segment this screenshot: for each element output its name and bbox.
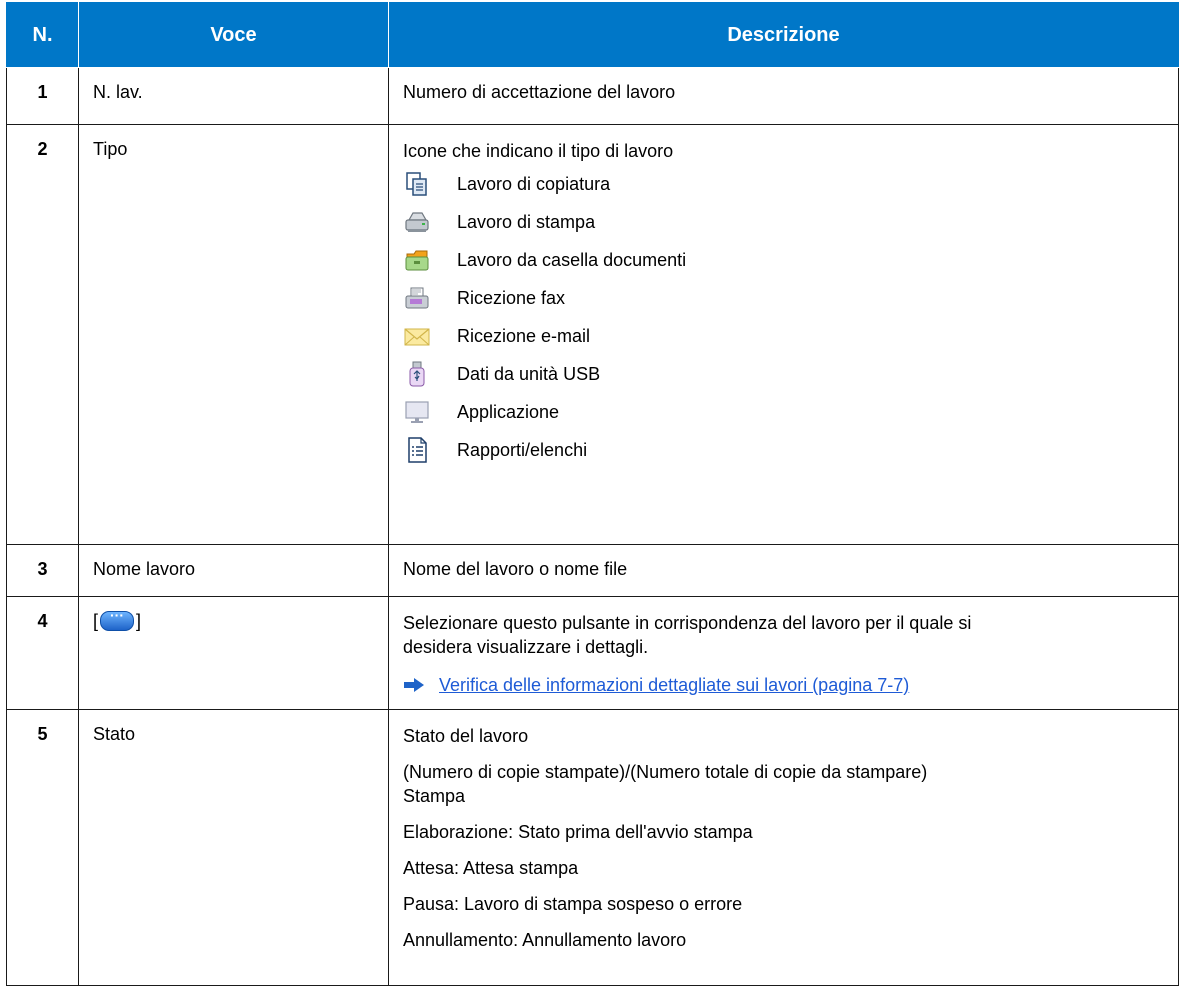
row-number: 2 <box>6 124 79 545</box>
desc-line: Attesa: Attesa stampa <box>403 858 579 878</box>
print-job-icon <box>403 208 431 236</box>
fax-icon <box>403 284 431 312</box>
reference-link-row: Verifica delle informazioni dettagliate … <box>403 673 1164 697</box>
type-item-fax: Ricezione fax <box>403 281 1164 315</box>
type-label: Dati da unità USB <box>457 363 601 384</box>
monitor-icon <box>403 398 431 426</box>
desc-line: Stampa <box>403 786 466 806</box>
row-voce: Nome lavoro <box>78 544 389 597</box>
row-number: 5 <box>6 709 79 986</box>
email-icon <box>403 322 431 350</box>
type-label: Ricezione e-mail <box>457 325 591 346</box>
table-row: 3 Nome lavoro Nome del lavoro o nome fil… <box>6 544 1179 597</box>
document-box-icon <box>403 246 431 274</box>
desc-line: Elaborazione: Stato prima dell'avvio sta… <box>403 822 753 842</box>
type-item-usb: Dati da unità USB <box>403 357 1164 391</box>
desc-line: Pausa: Lavoro di stampa sospeso o errore <box>403 894 743 914</box>
table-row: 1 N. lav. Numero di accettazione del lav… <box>6 67 1179 125</box>
type-item-reports: Rapporti/elenchi <box>403 433 1164 467</box>
type-item-email: Ricezione e-mail <box>403 319 1164 353</box>
arrow-right-icon <box>404 678 424 692</box>
type-label: Lavoro da casella documenti <box>457 249 687 270</box>
desc-line: Selezionare questo pulsante in corrispon… <box>403 613 972 633</box>
copy-job-icon <box>403 170 431 198</box>
report-list-icon <box>403 436 431 464</box>
type-label: Lavoro di stampa <box>457 211 596 232</box>
type-description: Icone che indicano il tipo di lavoro <box>403 141 674 161</box>
row-voce: Tipo <box>78 124 389 545</box>
row-description: Icone che indicano il tipo di lavoro Lav… <box>388 124 1179 545</box>
desc-line: Annullamento: Annullamento lavoro <box>403 930 687 950</box>
table-row: 2 Tipo Icone che indicano il tipo di lav… <box>6 124 1179 545</box>
row-number: 4 <box>6 596 79 710</box>
row-voce: N. lav. <box>78 67 389 125</box>
type-item-application: Applicazione <box>403 395 1164 429</box>
type-label: Ricezione fax <box>457 287 566 308</box>
table-row: 5 Stato Stato del lavoro (Numero di copi… <box>6 709 1179 986</box>
header-descrizione: Descrizione <box>388 2 1179 68</box>
table-row: 4 [] Selezionare questo pulsante in corr… <box>6 596 1179 710</box>
type-item-print: Lavoro di stampa <box>403 205 1164 239</box>
row-description: Nome del lavoro o nome file <box>388 544 1179 597</box>
bracket-close: ] <box>136 611 142 631</box>
details-button-icon <box>100 607 135 631</box>
row-number: 1 <box>6 67 79 125</box>
row-voce: Stato <box>78 709 389 986</box>
usb-drive-icon <box>403 360 431 388</box>
row-description: Numero di accettazione del lavoro <box>388 67 1179 125</box>
row-number: 3 <box>6 544 79 597</box>
table-header-row: N. Voce Descrizione <box>6 2 1179 68</box>
row-description: Selezionare questo pulsante in corrispon… <box>388 596 1179 710</box>
type-label: Lavoro di copiatura <box>457 173 611 194</box>
job-status-table: N. Voce Descrizione 1 N. lav. Numero di … <box>6 2 1179 986</box>
type-label: Applicazione <box>457 401 560 422</box>
desc-line: (Numero di copie stampate)/(Numero total… <box>403 762 928 782</box>
bracket-open: [ <box>93 611 99 631</box>
type-label: Rapporti/elenchi <box>457 439 588 460</box>
desc-line: Stato del lavoro <box>403 726 529 746</box>
row-voce: [] <box>78 596 389 710</box>
header-n: N. <box>6 2 79 68</box>
type-item-document-box: Lavoro da casella documenti <box>403 243 1164 277</box>
job-details-link[interactable]: Verifica delle informazioni dettagliate … <box>439 673 909 697</box>
header-voce: Voce <box>78 2 389 68</box>
type-item-copy: Lavoro di copiatura <box>403 167 1164 201</box>
row-description: Stato del lavoro (Numero di copie stampa… <box>388 709 1179 986</box>
desc-line: desidera visualizzare i dettagli. <box>403 637 649 657</box>
